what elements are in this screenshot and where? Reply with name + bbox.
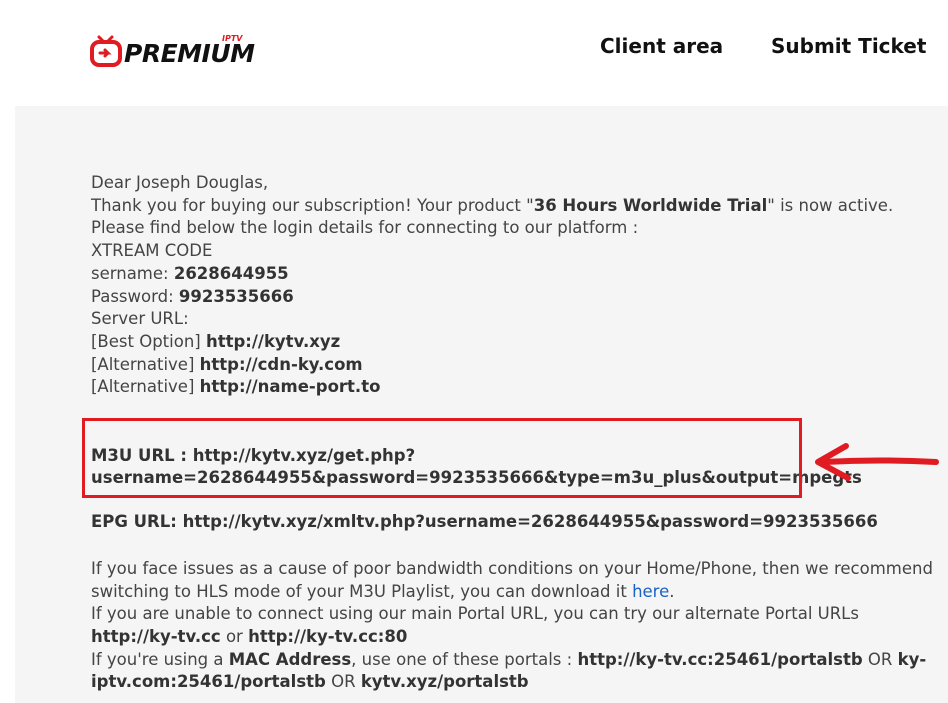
username-line: sername: 2628644955 xyxy=(91,263,289,283)
server-url[interactable]: http://name-port.to xyxy=(200,377,381,396)
mac-paragraph: If you're using a MAC Address, use one o… xyxy=(91,649,927,692)
server-url[interactable]: http://cdn-ky.com xyxy=(200,355,363,374)
epg-label: EPG URL xyxy=(91,512,171,532)
xtream-label: XTREAM CODE xyxy=(91,241,213,261)
server-line: [Alternative] http://cdn-ky.com xyxy=(91,354,363,374)
mac-portal-url[interactable]: kytv.xyz/portalstb xyxy=(361,672,529,691)
epg-value[interactable]: : http://kytv.xyz/xmltv.php?username=262… xyxy=(170,512,878,531)
m3u-highlight-box xyxy=(82,418,802,498)
server-label: Server URL: xyxy=(91,309,189,329)
alt-portal-url[interactable]: http://ky-tv.cc:80 xyxy=(248,627,407,646)
hls-paragraph: If you face issues as a cause of poor ba… xyxy=(91,558,933,601)
server-line: [Best Option] http://kytv.xyz xyxy=(91,331,341,351)
red-arrow-icon xyxy=(815,443,939,481)
logo-wordmark: PREMIUM xyxy=(124,39,255,68)
thanks-line: Thank you for buying our subscription! Y… xyxy=(91,195,894,215)
alt-portal-url[interactable]: http://ky-tv.cc xyxy=(91,627,221,646)
server-url[interactable]: http://kytv.xyz xyxy=(206,332,340,351)
nav-submit-ticket[interactable]: Submit Ticket xyxy=(771,34,926,58)
epg-url-line: EPG URL: http://kytv.xyz/xmltv.php?usern… xyxy=(91,511,941,534)
logo-badge: IPTV xyxy=(222,34,243,43)
tv-icon xyxy=(90,35,122,67)
mac-portal-url[interactable]: http://ky-tv.cc:25461/portalstb xyxy=(577,650,862,669)
product-name: 36 Hours Worldwide Trial xyxy=(533,195,768,215)
greeting: Dear Joseph Douglas, xyxy=(91,173,269,192)
password-line: Password: 9923535666 xyxy=(91,286,294,306)
username-value: 2628644955 xyxy=(173,263,289,283)
mac-address-label: MAC Address xyxy=(228,649,352,669)
site-header: PREMIUM IPTV Client area Submit Ticket xyxy=(0,0,948,106)
password-value: 9923535666 xyxy=(178,286,294,306)
nav-client-area[interactable]: Client area xyxy=(600,34,723,58)
alt-portal-paragraph: If you are unable to connect using our m… xyxy=(91,604,859,646)
hls-download-link[interactable]: here xyxy=(632,582,669,601)
server-line: [Alternative] http://name-port.to xyxy=(91,377,381,397)
premium-iptv-logo[interactable]: PREMIUM IPTV xyxy=(90,32,255,72)
find-below-line: Please find below the login details for … xyxy=(91,218,639,238)
